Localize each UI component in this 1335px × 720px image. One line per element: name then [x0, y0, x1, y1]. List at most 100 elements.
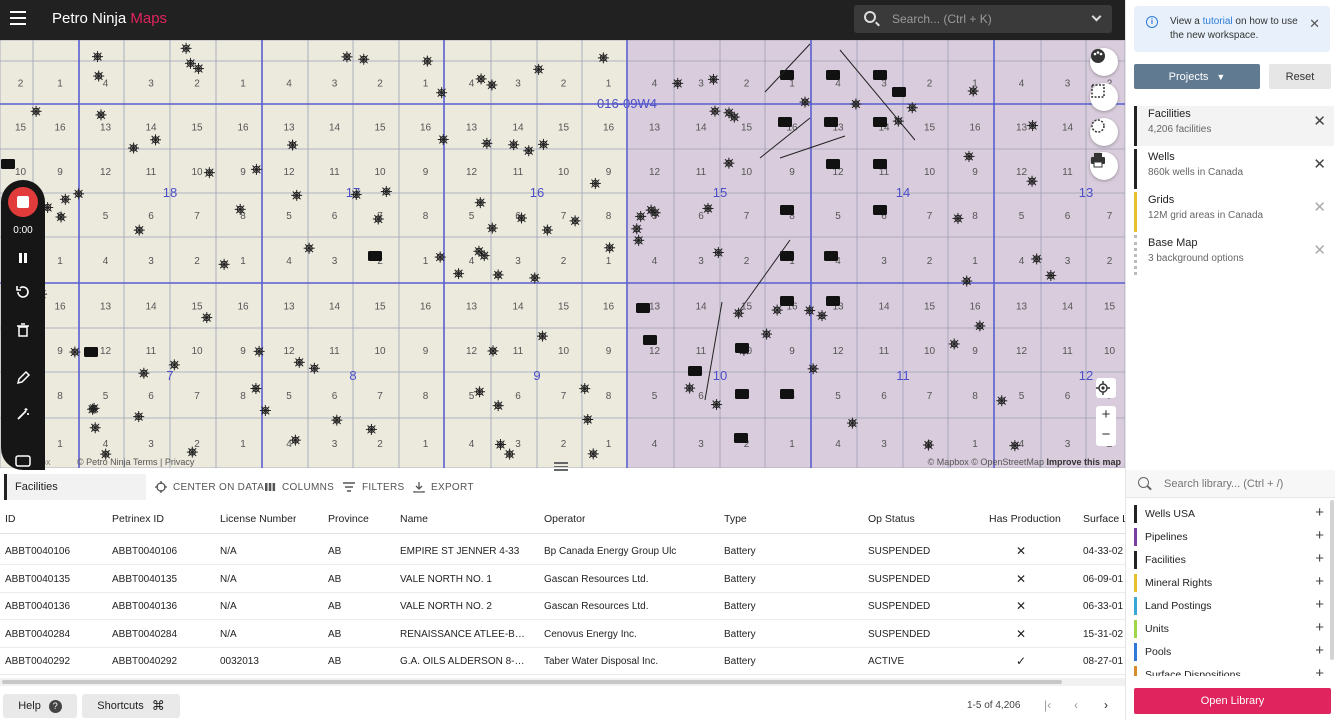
- well-marker[interactable]: [372, 213, 384, 225]
- well-marker[interactable]: [437, 134, 449, 146]
- well-marker[interactable]: [728, 111, 740, 123]
- col-header-id[interactable]: ID: [5, 504, 16, 534]
- well-marker[interactable]: [996, 395, 1008, 407]
- well-marker[interactable]: [474, 197, 486, 209]
- layer-item[interactable]: Wells 860k wells in Canada ✕: [1134, 149, 1334, 189]
- well-marker[interactable]: [193, 63, 205, 75]
- library-search-input[interactable]: [1164, 476, 1329, 492]
- active-layer-tag[interactable]: Facilities: [4, 474, 146, 500]
- stop-record-button[interactable]: [8, 187, 38, 217]
- well-marker[interactable]: [93, 70, 105, 82]
- trash-icon[interactable]: [15, 322, 31, 338]
- col-header-license[interactable]: License Number: [220, 504, 296, 534]
- well-marker[interactable]: [771, 304, 783, 316]
- drawer-drag-handle[interactable]: [554, 462, 568, 471]
- chevron-down-icon[interactable]: [1091, 11, 1102, 22]
- camera-icon[interactable]: [15, 452, 31, 468]
- projects-dropdown[interactable]: Projects ▼: [1134, 64, 1260, 89]
- well-marker[interactable]: [604, 242, 616, 254]
- well-marker[interactable]: [906, 102, 918, 114]
- well-marker[interactable]: [150, 134, 162, 146]
- well-marker[interactable]: [922, 439, 934, 451]
- add-icon[interactable]: +: [1315, 597, 1324, 613]
- remove-layer-icon[interactable]: ✕: [1313, 241, 1326, 259]
- well-marker[interactable]: [487, 345, 499, 357]
- well-marker[interactable]: [55, 211, 67, 223]
- well-marker[interactable]: [203, 167, 215, 179]
- library-item[interactable]: Land Postings +: [1134, 597, 1324, 615]
- well-marker[interactable]: [293, 356, 305, 368]
- well-marker[interactable]: [533, 63, 545, 75]
- well-marker[interactable]: [289, 434, 301, 446]
- well-marker[interactable]: [1026, 175, 1038, 187]
- well-marker[interactable]: [579, 383, 591, 395]
- export-button[interactable]: EXPORT: [413, 481, 474, 493]
- remove-layer-icon[interactable]: ✕: [1313, 112, 1326, 130]
- well-marker[interactable]: [475, 73, 487, 85]
- well-marker[interactable]: [529, 272, 541, 284]
- facility-marker[interactable]: [643, 335, 657, 345]
- well-marker[interactable]: [504, 448, 516, 460]
- well-marker[interactable]: [707, 73, 719, 85]
- attribution-text[interactable]: © Petro Ninja Terms | Privacy: [77, 457, 194, 467]
- well-marker[interactable]: [486, 79, 498, 91]
- well-marker[interactable]: [73, 188, 85, 200]
- pause-icon[interactable]: [15, 250, 31, 266]
- well-marker[interactable]: [523, 145, 535, 157]
- remove-layer-icon[interactable]: ✕: [1313, 155, 1326, 173]
- well-marker[interactable]: [474, 386, 486, 398]
- facility-marker[interactable]: [826, 296, 840, 306]
- well-marker[interactable]: [963, 150, 975, 162]
- facility-marker[interactable]: [824, 117, 838, 127]
- table-row[interactable]: ABBT0040284 ABBT0040284 N/A AB RENAISSANCE A…: [0, 621, 1125, 648]
- well-marker[interactable]: [712, 247, 724, 259]
- well-marker[interactable]: [492, 269, 504, 281]
- well-marker[interactable]: [133, 224, 145, 236]
- facility-marker[interactable]: [873, 159, 887, 169]
- facility-marker[interactable]: [734, 433, 748, 443]
- layer-item[interactable]: Facilities 4,206 facilities ✕: [1134, 106, 1334, 146]
- well-marker[interactable]: [133, 411, 145, 423]
- col-header-type[interactable]: Type: [724, 504, 747, 534]
- col-header-operator[interactable]: Operator: [544, 504, 585, 534]
- well-marker[interactable]: [92, 51, 104, 63]
- remove-layer-icon[interactable]: ✕: [1313, 198, 1326, 216]
- well-marker[interactable]: [508, 139, 520, 151]
- well-marker[interactable]: [87, 403, 99, 415]
- columns-button[interactable]: COLUMNS: [264, 481, 334, 493]
- center-on-data-button[interactable]: CENTER ON DATA: [155, 481, 264, 493]
- well-marker[interactable]: [180, 42, 192, 54]
- facility-marker[interactable]: [1, 159, 15, 169]
- well-marker[interactable]: [515, 212, 527, 224]
- well-marker[interactable]: [537, 138, 549, 150]
- well-marker[interactable]: [331, 414, 343, 426]
- shortcuts-button[interactable]: Shortcuts ⌘: [82, 694, 180, 718]
- facility-marker[interactable]: [826, 159, 840, 169]
- facility-marker[interactable]: [735, 389, 749, 399]
- well-marker[interactable]: [952, 212, 964, 224]
- layer-item[interactable]: Grids 12M grid areas in Canada ✕: [1134, 192, 1334, 232]
- close-icon[interactable]: ✕: [1309, 16, 1320, 32]
- well-marker[interactable]: [541, 224, 553, 236]
- well-marker[interactable]: [250, 383, 262, 395]
- well-marker[interactable]: [967, 85, 979, 97]
- well-marker[interactable]: [69, 346, 81, 358]
- col-header-petrinex[interactable]: Petrinex ID: [112, 504, 164, 534]
- well-marker[interactable]: [582, 413, 594, 425]
- facility-marker[interactable]: [780, 296, 794, 306]
- add-icon[interactable]: +: [1315, 666, 1324, 676]
- well-marker[interactable]: [95, 109, 107, 121]
- map-attribution-right[interactable]: © Mapbox © OpenStreetMap Improve this ma…: [928, 457, 1121, 467]
- facility-marker[interactable]: [368, 251, 382, 261]
- facility-marker[interactable]: [780, 70, 794, 80]
- well-marker[interactable]: [350, 189, 362, 201]
- well-marker[interactable]: [365, 423, 377, 435]
- facility-marker[interactable]: [824, 251, 838, 261]
- map-grid[interactable]: 2143214321432143214321432151613141516131…: [0, 40, 1125, 468]
- circle-select-button[interactable]: [1090, 118, 1118, 146]
- col-header-production[interactable]: Has Production: [989, 504, 1061, 534]
- well-marker[interactable]: [358, 53, 370, 65]
- well-marker[interactable]: [761, 328, 773, 340]
- well-marker[interactable]: [961, 275, 973, 287]
- facility-marker[interactable]: [636, 303, 650, 313]
